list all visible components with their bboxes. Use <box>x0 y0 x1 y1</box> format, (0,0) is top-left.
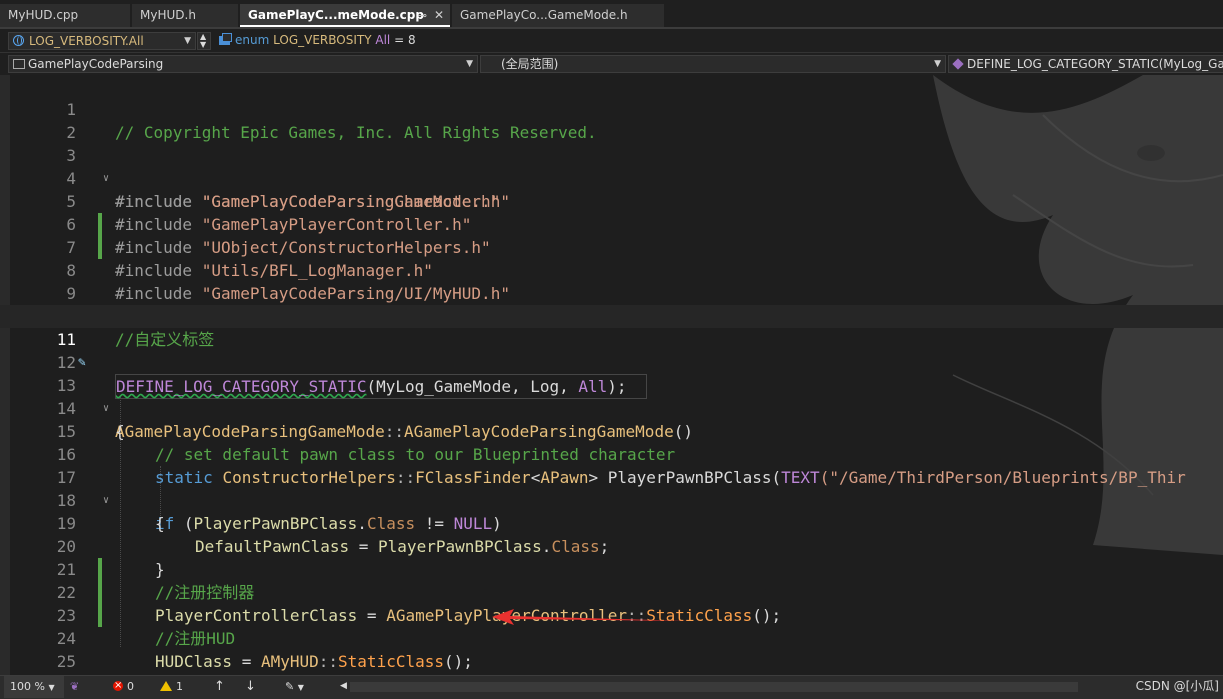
copilot-icon[interactable]: ❦ <box>70 676 79 697</box>
code-line[interactable]: 21 //注册控制器 <box>0 535 1223 602</box>
warning-icon <box>160 681 172 691</box>
enum-info: enum LOG_VERBOSITY All = 8 <box>215 32 425 50</box>
watermark: CSDN @[小瓜] <box>1135 679 1219 693</box>
code-line[interactable]: 9 <box>0 259 1223 303</box>
code-line[interactable]: 6 #include "UObject/ConstructorHelpers.h… <box>0 190 1223 257</box>
code-line[interactable]: 13 ∨ AGamePlayCodeParsingGameMode::AGame… <box>0 351 1223 441</box>
code-line[interactable]: 25 } <box>0 627 1223 671</box>
code-line[interactable]: 1 // Copyright Epic Games, Inc. All Righ… <box>0 75 1223 142</box>
project-icon <box>13 59 25 69</box>
scroll-left-icon[interactable]: ◀ <box>340 676 347 697</box>
spin-buttons[interactable]: ▲ ▼ <box>197 32 211 50</box>
chevron-down-icon: ▼ <box>466 59 473 69</box>
code-line[interactable]: 20 } <box>0 512 1223 579</box>
code-line[interactable]: 26 <box>0 650 1223 673</box>
code-line[interactable]: 22 PlayerControllerClass = AGamePlayPlay… <box>0 558 1223 625</box>
code-line[interactable]: 23 //注册HUD <box>0 581 1223 648</box>
zoom-dropdown[interactable]: 100 % ▼ <box>4 676 64 698</box>
globe-icon <box>13 35 24 46</box>
member-dropdown[interactable]: DEFINE_LOG_CATEGORY_STATIC(MyLog_Ga <box>948 55 1223 73</box>
chevron-down-icon: ▼ <box>184 36 191 46</box>
scope-dropdown[interactable]: LOG_VERBOSITY.All ▼ <box>8 32 196 50</box>
arrow-up-icon[interactable]: ↑ <box>214 676 225 697</box>
code-line[interactable]: 15 // set default pawn class to our Blue… <box>0 397 1223 464</box>
error-icon <box>113 675 123 696</box>
chevron-down-icon: ▼ <box>48 683 55 692</box>
tab-gamemode-cpp[interactable]: GamePlayC...meMode.cpp ⊸ ✕ <box>240 4 450 27</box>
tab-label: MyHUD.cpp <box>8 8 79 22</box>
tab-myhud-h[interactable]: MyHUD.h <box>132 4 238 27</box>
code-line[interactable]: 5 #include "GamePlayPlayerController.h" <box>0 167 1223 234</box>
code-line[interactable]: 4 #include "GamePlayCodeParsingCharacter… <box>0 144 1223 211</box>
project-dropdown[interactable]: GamePlayCodeParsing ▼ <box>8 55 478 73</box>
code-editor[interactable]: 1 // Copyright Epic Games, Inc. All Righ… <box>0 75 1223 675</box>
project-label: GamePlayCodeParsing <box>28 57 164 71</box>
tab-label: GamePlayCo...GameMode.h <box>460 8 628 22</box>
horizontal-scrollbar[interactable] <box>350 682 1078 692</box>
tab-bar: MyHUD.cpp MyHUD.h GamePlayC...meMode.cpp… <box>0 0 1223 29</box>
macro-icon <box>952 58 964 70</box>
tab-gamemode-h[interactable]: GamePlayCo...GameMode.h <box>452 4 664 27</box>
close-icon[interactable]: ✕ <box>434 8 444 22</box>
code-line[interactable]: 18 { <box>0 466 1223 533</box>
member-navigation-bar: LOG_VERBOSITY.All ▼ ▲ ▼ enum LOG_VERBOSIT… <box>0 30 1223 53</box>
arrow-down-icon[interactable]: ↓ <box>245 676 256 697</box>
code-line[interactable]: 2 <box>0 98 1223 142</box>
code-line[interactable]: 16 static ConstructorHelpers::FClassFind… <box>0 420 1223 487</box>
scope-label: (全局范围) <box>501 57 559 71</box>
scope-label: LOG_VERBOSITY.All <box>29 34 144 48</box>
chevron-down-icon: ▼ <box>934 59 941 69</box>
code-line[interactable]: 3 ∨ #include "GamePlayCodeParsingGameMod… <box>0 121 1223 211</box>
code-line[interactable]: 10 //自定义标签 <box>0 282 1223 349</box>
red-arrow-annotation <box>492 609 690 625</box>
code-line-current[interactable]: 11 ✎ DEFINE_LOG_CATEGORY_STATIC(MyLog_Ga… <box>0 305 1223 399</box>
pin-icon[interactable]: ⊸ <box>418 9 427 22</box>
code-line[interactable]: 7 #include "Utils/BFL_LogManager.h" <box>0 213 1223 280</box>
error-count[interactable]: 0 <box>113 675 134 697</box>
warning-count[interactable]: 1 <box>160 676 183 697</box>
code-line[interactable]: 17 ∨ if (PlayerPawnBPClass.Class != NULL… <box>0 443 1223 533</box>
code-line[interactable]: 8 #include "GamePlayCodeParsing/UI/MyHUD… <box>0 236 1223 303</box>
code-line[interactable]: 14 { <box>0 374 1223 441</box>
code-line[interactable]: 19 DefaultPawnClass = PlayerPawnBPClass.… <box>0 489 1223 556</box>
member-label: DEFINE_LOG_CATEGORY_STATIC(MyLog_Ga <box>967 57 1223 71</box>
brush-icon[interactable]: ✎ ▼ <box>285 676 304 698</box>
enum-icon <box>219 33 232 45</box>
scope-dropdown-global[interactable]: (全局范围) ▼ <box>480 55 946 73</box>
navigation-bar: GamePlayCodeParsing ▼ (全局范围) ▼ DEFINE_LO… <box>0 53 1223 76</box>
tab-label: MyHUD.h <box>140 8 196 22</box>
tab-myhud-cpp[interactable]: MyHUD.cpp <box>0 4 130 27</box>
tab-label: GamePlayC...meMode.cpp <box>248 8 424 22</box>
status-bar: 100 % ▼ ❦ 0 1 ↑ ↓ ✎ ▼ ◀ CSDN @[小瓜] <box>0 675 1223 699</box>
code-line[interactable]: 12 <box>0 328 1223 372</box>
